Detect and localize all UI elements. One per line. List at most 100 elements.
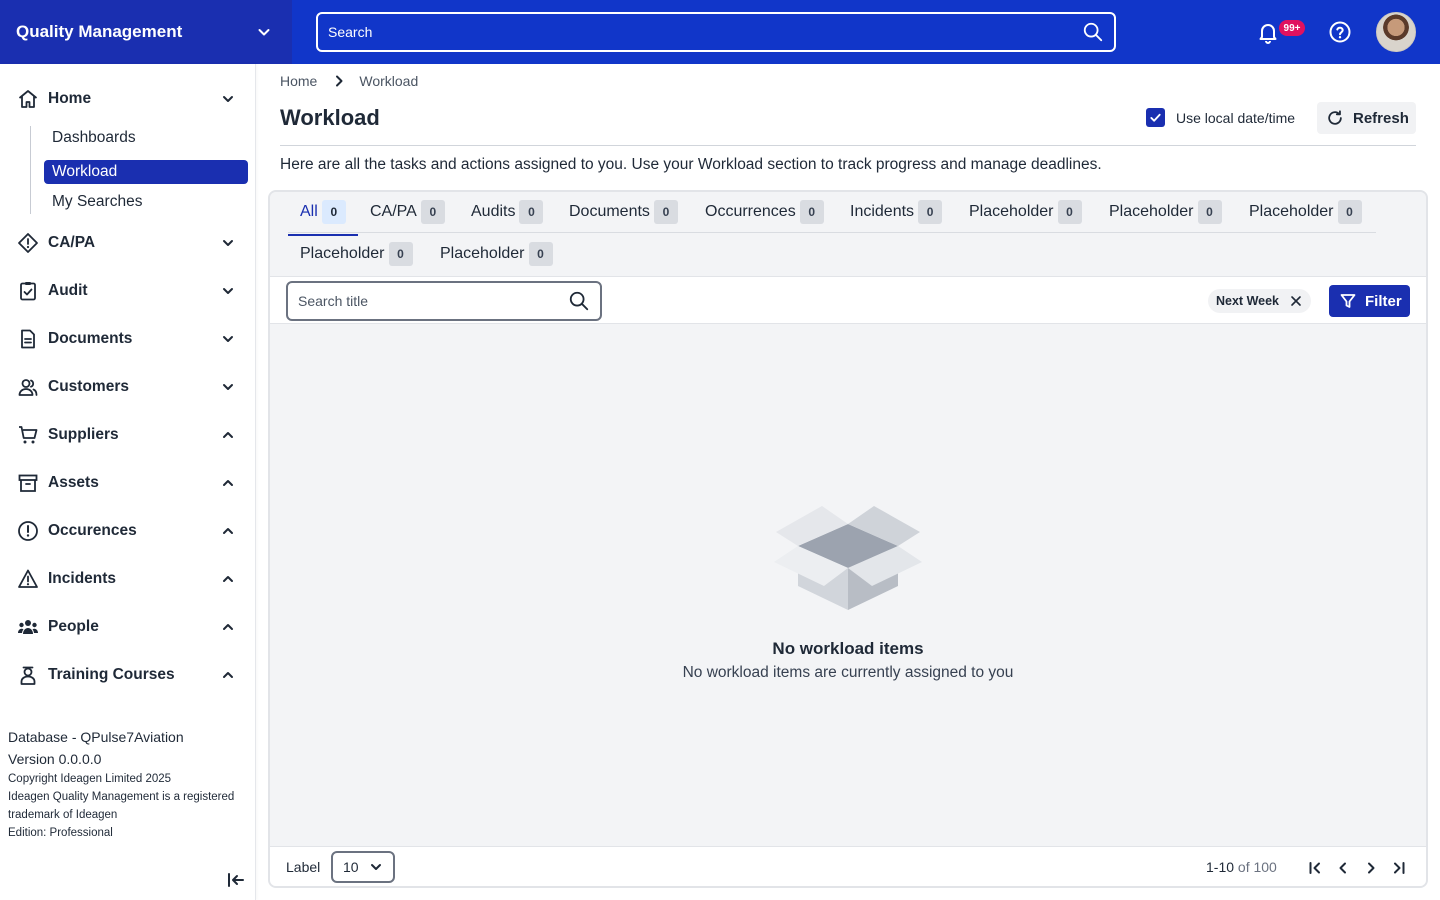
tab-placeholder[interactable]: Placeholder 0 [1237, 194, 1374, 230]
sidebar-item-label: Occurences [48, 522, 137, 539]
collapse-sidebar-icon[interactable] [226, 870, 246, 890]
tab-documents[interactable]: Documents 0 [557, 194, 690, 230]
version-info: Version 0.0.0.0 [8, 751, 102, 767]
sidebar-item-label: People [48, 618, 99, 635]
help-icon[interactable] [1328, 20, 1352, 44]
cart-icon [19, 426, 38, 444]
sidebar-item-documents[interactable]: Documents [0, 319, 256, 359]
sidebar-item-label: Assets [48, 474, 99, 491]
title-search-input[interactable]: Search title [286, 281, 602, 321]
page-size-select[interactable]: 10 [331, 851, 395, 883]
refresh-icon [1328, 110, 1342, 125]
next-page-icon[interactable] [1362, 859, 1380, 877]
tab-count: 0 [799, 200, 824, 224]
alert-circle-icon [18, 521, 38, 541]
sidebar-item-training-courses[interactable]: Training Courses [0, 655, 256, 695]
tab-count: 0 [1337, 200, 1362, 224]
top-bar: Quality Management Search 99+ [0, 0, 1440, 64]
global-search-input[interactable]: Search [316, 12, 1116, 52]
tab-label: Placeholder [300, 245, 385, 262]
sidebar-item-suppliers[interactable]: Suppliers [0, 415, 256, 455]
tab-occurrences[interactable]: Occurrences 0 [693, 194, 836, 230]
tab-label: Audits [471, 203, 516, 220]
sidebar-subitem-dashboards[interactable]: Dashboards [44, 126, 248, 150]
chevron-right-icon [336, 75, 343, 87]
tab-label: Placeholder [969, 203, 1054, 220]
tab-label: CA/PA [370, 203, 417, 220]
tab-audits[interactable]: Audits 0 [459, 194, 555, 230]
page-size-value: 10 [343, 859, 359, 875]
empty-state-subtitle: No workload items are currently assigned… [682, 664, 1014, 681]
database-info: Database - QPulse7Aviation [8, 729, 184, 745]
local-time-checkbox[interactable] [1146, 108, 1165, 127]
sidebar-item-incidents[interactable]: Incidents [0, 559, 256, 599]
sidebar-item-customers[interactable]: Customers [0, 367, 256, 407]
sidebar-footer: Database - QPulse7Aviation Version 0.0.0… [8, 726, 248, 842]
filter-bar: Search title Next Week Filter [270, 276, 1426, 324]
tab-placeholder[interactable]: Placeholder 0 [288, 236, 425, 272]
search-icon[interactable] [1082, 21, 1104, 43]
first-page-icon[interactable] [1306, 859, 1324, 877]
chevron-up-icon[interactable] [220, 619, 236, 635]
tab-divider [288, 232, 1376, 233]
page-total: of 100 [1237, 859, 1277, 875]
chevron-up-icon[interactable] [220, 427, 236, 443]
title-search-placeholder: Search title [298, 293, 369, 309]
previous-page-icon[interactable] [1334, 859, 1352, 877]
refresh-label: Refresh [1353, 109, 1409, 127]
trainer-icon [20, 666, 36, 685]
sidebar-item-assets[interactable]: Assets [0, 463, 256, 503]
sidebar-item-people[interactable]: People [0, 607, 256, 647]
user-avatar[interactable] [1376, 12, 1416, 52]
chevron-down-icon[interactable] [220, 91, 236, 107]
chevron-up-icon[interactable] [220, 667, 236, 683]
tab-placeholder[interactable]: Placeholder 0 [957, 194, 1094, 230]
sidebar-subitem-workload[interactable]: Workload [44, 160, 248, 184]
local-time-toggle[interactable]: Use local date/time [1146, 108, 1295, 127]
tab-capa[interactable]: CA/PA 0 [358, 194, 457, 230]
diamond-alert-icon [18, 233, 38, 253]
chevron-up-icon[interactable] [220, 475, 236, 491]
empty-state-title: No workload items [772, 639, 924, 658]
tab-count: 0 [918, 200, 943, 224]
bell-icon[interactable] [1256, 20, 1280, 44]
sidebar-item-home[interactable]: Home [0, 79, 256, 119]
checkmark-icon [1150, 113, 1161, 122]
breadcrumb-home-link[interactable]: Home [280, 73, 317, 89]
chevron-down-icon[interactable] [220, 235, 236, 251]
close-icon[interactable] [1289, 294, 1303, 308]
empty-box-icon [774, 506, 922, 610]
tab-label: Placeholder [1249, 203, 1334, 220]
chevron-down-icon[interactable] [220, 283, 236, 299]
page-title: Workload [280, 105, 380, 130]
tab-incidents[interactable]: Incidents 0 [838, 194, 954, 230]
breadcrumb-current: Workload [359, 73, 419, 89]
chevron-down-icon[interactable] [220, 379, 236, 395]
sidebar: Home Dashboards Workload My Searches CA/… [0, 64, 256, 900]
filter-button[interactable]: Filter [1329, 285, 1410, 317]
tab-count: 0 [653, 200, 678, 224]
tab-all[interactable]: All 0 [288, 194, 358, 236]
tab-placeholder[interactable]: Placeholder 0 [428, 236, 565, 272]
sidebar-subitem-my-searches[interactable]: My Searches [44, 190, 248, 214]
sidebar-item-capa[interactable]: CA/PA [0, 223, 256, 263]
empty-state: No workload items No workload items are … [270, 504, 1426, 682]
refresh-button[interactable]: Refresh [1317, 102, 1416, 134]
chevron-up-icon[interactable] [220, 571, 236, 587]
page-size-label: Label [286, 859, 321, 875]
last-page-icon[interactable] [1390, 859, 1408, 877]
pagination-bar: Label 10 1-10 of 100 [270, 846, 1426, 886]
tab-bar: All 0 CA/PA 0 Audits 0 Documents 0 Occur… [270, 192, 1426, 276]
app-switcher[interactable]: Quality Management [0, 0, 292, 64]
sidebar-item-occurences[interactable]: Occurences [0, 511, 256, 551]
search-icon[interactable] [568, 290, 590, 312]
local-time-label: Use local date/time [1176, 109, 1296, 126]
sidebar-item-audit[interactable]: Audit [0, 271, 256, 311]
tab-placeholder[interactable]: Placeholder 0 [1097, 194, 1234, 230]
sidebar-item-label: Home [48, 90, 92, 107]
tab-label: Occurrences [705, 203, 796, 220]
chevron-up-icon[interactable] [220, 523, 236, 539]
chevron-down-icon[interactable] [220, 331, 236, 347]
warning-triangle-icon [18, 569, 38, 588]
tab-count: 0 [1057, 200, 1082, 224]
